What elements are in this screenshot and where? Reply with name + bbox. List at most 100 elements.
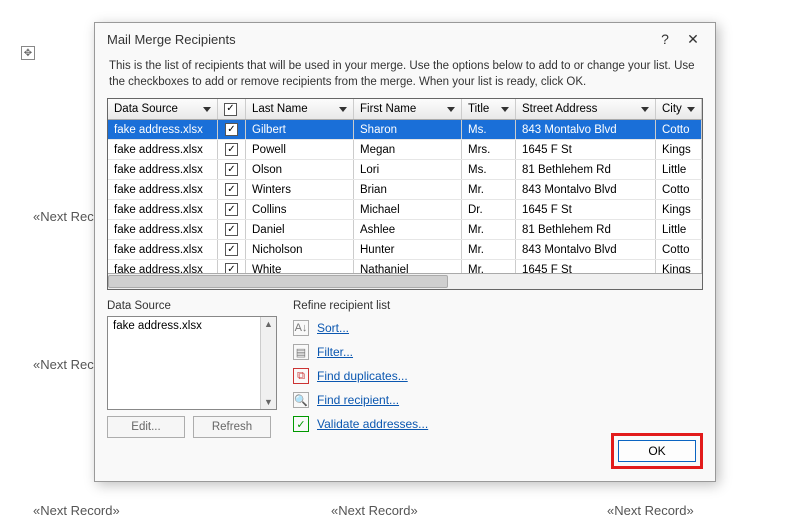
ok-button[interactable]: OK (618, 440, 696, 462)
cell-street: 843 Montalvo Blvd (516, 240, 656, 259)
grid-body: fake address.xlsx✓GilbertSharonMs.843 Mo… (108, 120, 702, 273)
checkbox-icon[interactable]: ✓ (225, 263, 238, 273)
checkbox-icon[interactable]: ✓ (225, 203, 238, 216)
cell-last-name: White (246, 260, 354, 273)
checkbox-icon[interactable]: ✓ (225, 243, 238, 256)
edit-button[interactable]: Edit... (107, 416, 185, 438)
cell-last-name: Winters (246, 180, 354, 199)
grid-header: Data Source ✓ Last Name First Name Title… (108, 99, 702, 120)
cell-title: Mr. (462, 180, 516, 199)
cell-checkbox[interactable]: ✓ (218, 240, 246, 259)
titlebar: Mail Merge Recipients ? ✕ (95, 23, 715, 55)
anchor-icon: ✥ (21, 46, 35, 60)
validate-link[interactable]: Validate addresses... (317, 417, 428, 431)
col-city[interactable]: City (656, 99, 702, 119)
table-row[interactable]: fake address.xlsx ✓ WhiteNathanielMr.1645 … (108, 260, 702, 273)
cell-title: Ms. (462, 160, 516, 179)
find-recipient-link[interactable]: Find recipient... (317, 393, 399, 407)
cell-first-name: Nathaniel (354, 260, 462, 273)
cell-street: 81 Bethlehem Rd (516, 160, 656, 179)
cell-city: Cotto (656, 120, 702, 139)
cell-title: Mr. (462, 220, 516, 239)
table-row[interactable]: fake address.xlsx✓WintersBrianMr.843 Mon… (108, 180, 702, 200)
cell-title: Mr. (462, 260, 516, 273)
cell-data-source: fake address.xlsx (108, 260, 218, 273)
cell-first-name: Megan (354, 140, 462, 159)
refresh-button[interactable]: Refresh (193, 416, 271, 438)
refine-panel: Refine recipient list A↓Sort... ▤Filter.… (293, 300, 703, 438)
cell-data-source: fake address.xlsx (108, 240, 218, 259)
cell-last-name: Olson (246, 160, 354, 179)
cell-last-name: Collins (246, 200, 354, 219)
horizontal-scrollbar[interactable] (108, 273, 702, 289)
table-row[interactable]: fake address.xlsx✓GilbertSharonMs.843 Mo… (108, 120, 702, 140)
help-button[interactable]: ? (651, 27, 679, 51)
cell-street: 843 Montalvo Blvd (516, 120, 656, 139)
col-data-source[interactable]: Data Source (108, 99, 218, 119)
cell-city: Cotto (656, 180, 702, 199)
data-source-list[interactable]: fake address.xlsx ▲▼ (107, 316, 277, 410)
cell-title: Ms. (462, 120, 516, 139)
close-button[interactable]: ✕ (679, 27, 707, 51)
filter-icon: ▤ (293, 344, 309, 360)
cell-first-name: Hunter (354, 240, 462, 259)
sort-link[interactable]: Sort... (317, 321, 349, 335)
table-row[interactable]: fake address.xlsx✓DanielAshleeMr.81 Beth… (108, 220, 702, 240)
checkbox-icon[interactable]: ✓ (225, 123, 238, 136)
refine-label: Refine recipient list (293, 300, 703, 312)
table-row[interactable]: fake address.xlsx ✓ NicholsonHunterMr.843 … (108, 240, 702, 260)
data-source-item[interactable]: fake address.xlsx (113, 320, 202, 332)
cell-data-source: fake address.xlsx (108, 180, 218, 199)
cell-street: 843 Montalvo Blvd (516, 180, 656, 199)
cell-street: 1645 F St (516, 260, 656, 273)
table-row[interactable]: fake address.xlsx✓CollinsMichaelDr.1645 … (108, 200, 702, 220)
cell-checkbox[interactable]: ✓ (218, 180, 246, 199)
cell-checkbox[interactable]: ✓ (218, 220, 246, 239)
cell-city: Cotto (656, 240, 702, 259)
filter-link[interactable]: Filter... (317, 345, 353, 359)
next-record-field: «Next Record» (607, 503, 694, 518)
cell-first-name: Lori (354, 160, 462, 179)
cell-checkbox[interactable]: ✓ (218, 120, 246, 139)
find-duplicates-link[interactable]: Find duplicates... (317, 369, 408, 383)
next-record-field: «Next Record» (331, 503, 418, 518)
cell-city: Kings (656, 140, 702, 159)
col-first-name[interactable]: First Name (354, 99, 462, 119)
table-row[interactable]: fake address.xlsx ✓ OlsonLoriMs.81 Bethleh… (108, 160, 702, 180)
cell-checkbox[interactable]: ✓ (218, 200, 246, 219)
col-title[interactable]: Title (462, 99, 516, 119)
dialog-title: Mail Merge Recipients (107, 32, 651, 47)
cell-last-name: Daniel (246, 220, 354, 239)
cell-data-source: fake address.xlsx (108, 160, 218, 179)
recipients-grid: Data Source ✓ Last Name First Name Title… (107, 98, 703, 290)
find-icon: 🔍 (293, 392, 309, 408)
checkbox-icon[interactable]: ✓ (225, 163, 238, 176)
cell-last-name: Nicholson (246, 240, 354, 259)
next-record-field: «Next Record» (33, 503, 120, 518)
cell-first-name: Ashlee (354, 220, 462, 239)
validate-icon: ✓ (293, 416, 309, 432)
col-last-name[interactable]: Last Name (246, 99, 354, 119)
cell-checkbox[interactable]: ✓ (218, 140, 246, 159)
data-source-panel: Data Source fake address.xlsx ▲▼ Edit...… (107, 300, 277, 438)
checkbox-icon[interactable]: ✓ (225, 183, 238, 196)
cell-title: Mr. (462, 240, 516, 259)
col-check-all[interactable]: ✓ (218, 99, 246, 119)
table-row[interactable]: fake address.xlsx✓PowellMeganMrs.1645 F … (108, 140, 702, 160)
chevron-down-icon (687, 107, 695, 112)
checkbox-icon[interactable]: ✓ (225, 223, 238, 236)
ok-highlight: OK (611, 433, 703, 469)
cell-title: Mrs. (462, 140, 516, 159)
cell-city: Little (656, 220, 702, 239)
cell-data-source: fake address.xlsx (108, 120, 218, 139)
cell-street: 1645 F St (516, 200, 656, 219)
cell-checkbox[interactable]: ✓ (218, 260, 246, 273)
chevron-down-icon (203, 107, 211, 112)
mail-merge-dialog: Mail Merge Recipients ? ✕ This is the li… (94, 22, 716, 482)
cell-checkbox[interactable]: ✓ (218, 160, 246, 179)
list-scrollbar[interactable]: ▲▼ (260, 317, 276, 409)
checkbox-icon[interactable]: ✓ (225, 143, 238, 156)
cell-data-source: fake address.xlsx (108, 200, 218, 219)
col-street[interactable]: Street Address (516, 99, 656, 119)
checkbox-icon[interactable]: ✓ (224, 103, 237, 116)
